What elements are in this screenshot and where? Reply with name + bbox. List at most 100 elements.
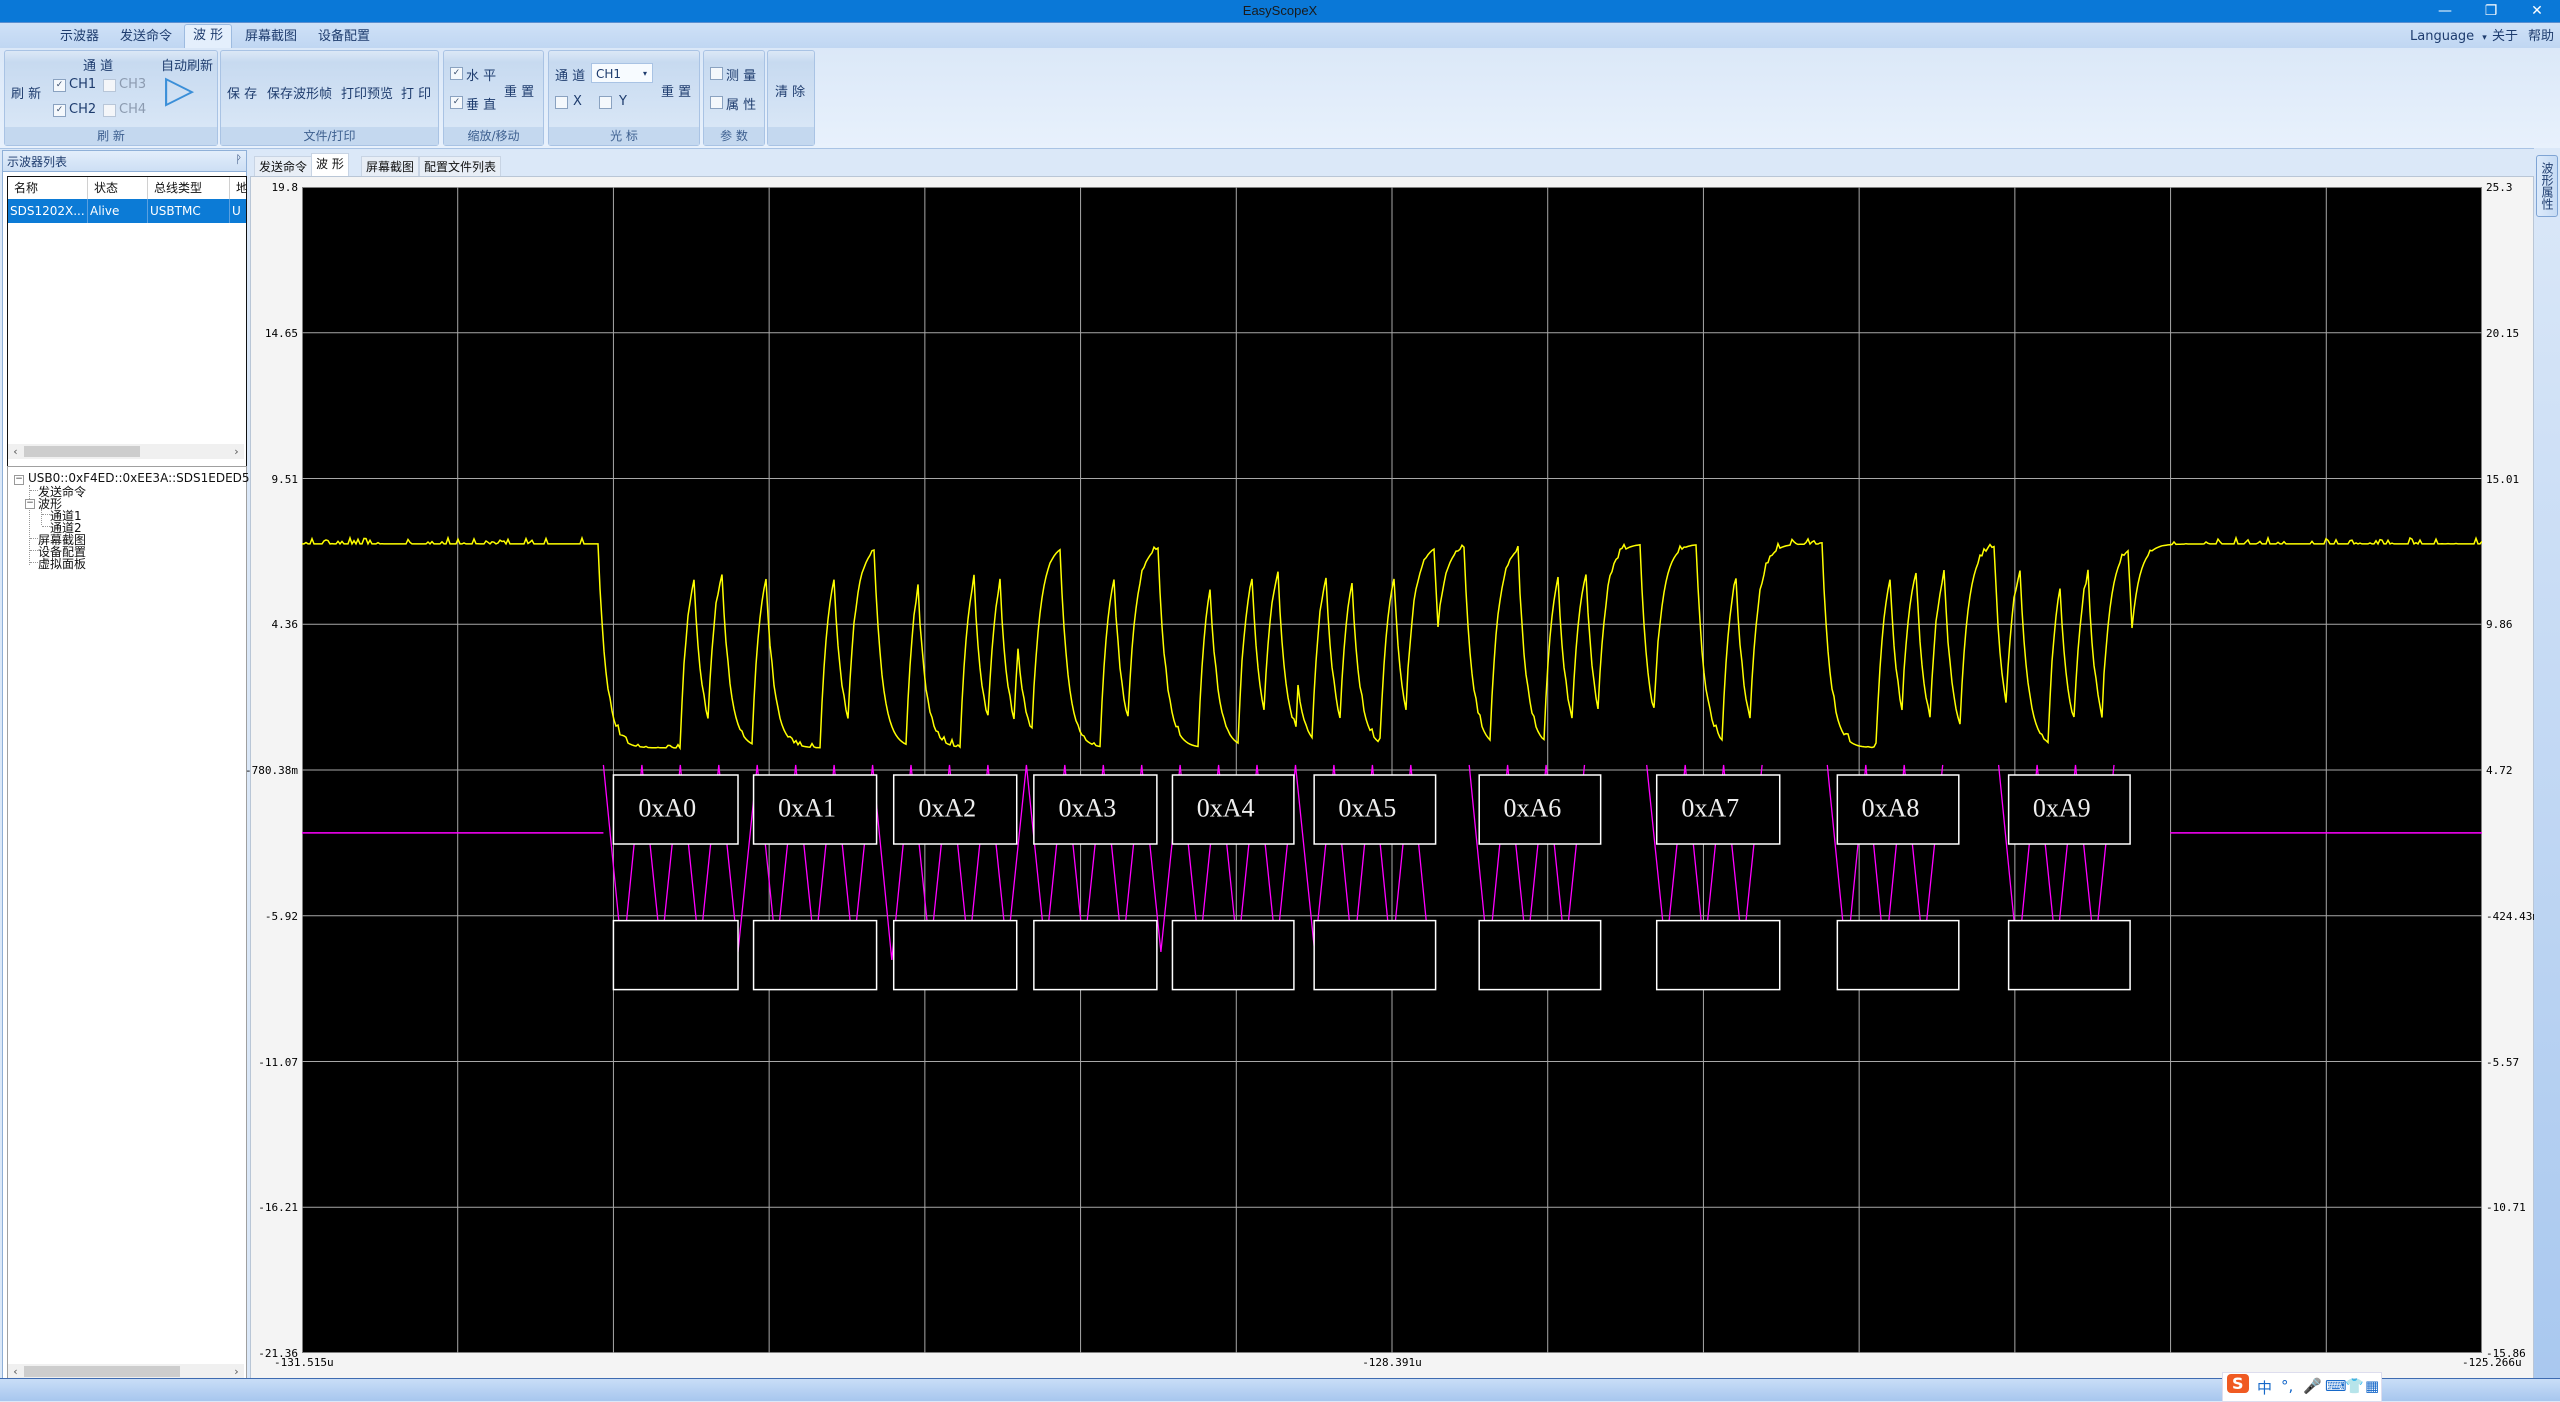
chinese-mode-icon[interactable]: 中 xyxy=(2257,1377,2272,1398)
refresh-button[interactable]: 刷 新 xyxy=(11,83,41,102)
decode-box-lower xyxy=(612,919,739,991)
ch4-checkbox[interactable] xyxy=(103,104,116,117)
skin-icon[interactable]: 👕 xyxy=(2345,1377,2364,1395)
about-menu[interactable]: 关于 xyxy=(2492,26,2518,48)
decode-label: 0xA6 xyxy=(1503,793,1561,822)
measure-label: 测 量 xyxy=(726,69,757,84)
menu-tab-send-command[interactable]: 发送命令 xyxy=(112,26,180,48)
channel-title: 通 道 xyxy=(83,59,114,74)
scrollbar-thumb[interactable] xyxy=(24,1366,180,1377)
cursor-channel-select[interactable]: CH1 ▾ xyxy=(591,63,653,83)
ch1-checkbox[interactable]: ✓ xyxy=(53,79,66,92)
table-row[interactable]: SDS1202X... Alive USBTMC U xyxy=(8,199,246,223)
horizontal-checkbox[interactable]: ✓ xyxy=(450,67,463,80)
cursor-y-label: Y xyxy=(619,94,627,109)
decode-box-lower xyxy=(1313,919,1437,991)
scroll-left-icon[interactable]: ‹ xyxy=(8,444,23,459)
column-header-status[interactable]: 状态 xyxy=(88,177,148,199)
params-group: 测 量 属 性 参 数 xyxy=(703,50,765,146)
zoom-move-group-label: 缩放/移动 xyxy=(444,127,543,145)
print-preview-button[interactable]: 打印预览 xyxy=(341,83,393,102)
y-tick-label-left: 14.65 xyxy=(264,326,298,340)
ch2-checkbox[interactable]: ✓ xyxy=(53,104,66,117)
menu-tab-waveform[interactable]: 波 形 xyxy=(184,24,233,50)
decode-box-lower xyxy=(752,919,878,991)
cursor-y-checkbox[interactable] xyxy=(599,96,612,109)
ribbon: 刷 新 通 道 自动刷新 ✓ CH1 CH3 ✓ CH2 CH4 ▷ 刷 新 保… xyxy=(0,48,2560,149)
save-waveform-frame-button[interactable]: 保存波形帧 xyxy=(267,83,332,102)
punctuation-icon[interactable]: °, xyxy=(2281,1377,2293,1395)
device-tree: − USB0::0xF4ED::0xEE3A::SDS1EDED5R1 发送命令… xyxy=(7,466,266,1383)
vertical-checkbox[interactable]: ✓ xyxy=(450,96,463,109)
doc-tab-screenshot[interactable]: 屏幕截图 xyxy=(361,156,420,177)
collapse-icon[interactable]: − xyxy=(25,499,35,509)
waveform-plot[interactable]: 0xA0 0xA1 0xA2 0xA3 0xA4 0xA5 0xA6 0xA7 0xA8 0xA9 xyxy=(302,187,2482,1353)
menu-tab-device-config[interactable]: 设备配置 xyxy=(310,26,378,48)
menu-tab-oscilloscope[interactable]: 示波器 xyxy=(52,26,107,48)
decode-box-lower xyxy=(1655,919,1781,991)
doc-tab-send-command[interactable]: 发送命令 xyxy=(254,156,313,177)
menu-tab-screenshot[interactable]: 屏幕截图 xyxy=(237,26,305,48)
toolbox-icon[interactable]: ▦ xyxy=(2365,1377,2379,1395)
clear-button[interactable]: 清 除 xyxy=(775,81,805,100)
doc-tab-config-files[interactable]: 配置文件列表 xyxy=(419,156,502,177)
measure-checkbox[interactable] xyxy=(710,67,723,80)
collapse-icon[interactable]: − xyxy=(14,475,24,485)
ch3-checkbox[interactable] xyxy=(103,79,116,92)
cursor-reset-button[interactable]: 重 置 xyxy=(661,81,691,100)
column-header-name[interactable]: 名称 xyxy=(8,177,88,199)
tree-horizontal-scrollbar[interactable]: ‹ › xyxy=(8,1364,244,1379)
file-print-group: 保 存 保存波形帧 打印预览 打 印 文件/打印 xyxy=(220,50,439,146)
panel-title: 示波器列表 xyxy=(7,155,68,169)
chevron-down-icon: ▾ xyxy=(642,69,647,78)
table-horizontal-scrollbar[interactable]: ‹ › xyxy=(8,444,244,459)
cell-bus-type: USBTMC xyxy=(148,199,230,223)
tree-line xyxy=(42,514,50,515)
x-tick-label: -125.266u xyxy=(2462,1356,2522,1369)
column-header-address[interactable]: 地 xyxy=(230,177,246,199)
ch1-label: CH1 xyxy=(69,77,97,92)
refresh-group: 刷 新 通 道 自动刷新 ✓ CH1 CH3 ✓ CH2 CH4 ▷ 刷 新 xyxy=(4,50,218,146)
tree-node-virtual-panel[interactable]: 虚拟面板 xyxy=(38,555,86,572)
property-checkbox[interactable] xyxy=(710,96,723,109)
window-title: EasyScopeX xyxy=(1242,3,1318,18)
y-tick-label-right: -10.71 xyxy=(2486,1201,2526,1215)
menu-bar: 示波器 发送命令 波 形 屏幕截图 设备配置 Language ▾ 关于 帮助 xyxy=(0,22,2560,50)
keyboard-icon[interactable]: ⌨ xyxy=(2325,1377,2347,1395)
cursor-x-checkbox[interactable] xyxy=(555,96,568,109)
scroll-right-icon[interactable]: › xyxy=(229,1364,244,1379)
language-menu[interactable]: Language ▾ xyxy=(2410,26,2487,48)
play-icon[interactable]: ▷ xyxy=(165,69,194,109)
scroll-left-icon[interactable]: ‹ xyxy=(8,1364,23,1379)
right-dock-strip xyxy=(2534,148,2560,1378)
save-button[interactable]: 保 存 xyxy=(227,83,257,102)
waveform-properties-tab[interactable]: 波形属性 xyxy=(2536,155,2558,217)
decode-box-lower xyxy=(1033,919,1158,991)
doc-tab-waveform[interactable]: 波 形 xyxy=(311,153,349,177)
scroll-right-icon[interactable]: › xyxy=(229,444,244,459)
sogou-icon[interactable]: S xyxy=(2227,1374,2249,1393)
y-tick-label-right: -5.57 xyxy=(2486,1055,2520,1069)
print-button[interactable]: 打 印 xyxy=(401,83,431,102)
clear-group: 清 除 xyxy=(767,50,815,146)
close-button[interactable]: ✕ xyxy=(2514,0,2560,22)
tree-line xyxy=(30,538,38,539)
y-tick-label-left: 19.8 xyxy=(271,181,299,194)
vertical-label: 垂 直 xyxy=(466,98,497,113)
oscilloscope-list-panel: 示波器列表 ᚹ 名称 状态 总线类型 地 SDS1202X... Alive U… xyxy=(2,150,266,1383)
x-tick-label: -128.391u xyxy=(1362,1356,1422,1369)
zoom-reset-button[interactable]: 重 置 xyxy=(504,81,534,100)
y-tick-label-left: -11.07 xyxy=(258,1055,298,1069)
y-tick-label-right: 25.3 xyxy=(2486,181,2513,194)
minimize-button[interactable]: — xyxy=(2422,0,2468,22)
tree-line xyxy=(41,509,42,525)
microphone-icon[interactable]: 🎤 xyxy=(2303,1377,2322,1395)
cell-status: Alive xyxy=(88,199,148,223)
cursor-group-label: 光 标 xyxy=(549,127,699,145)
restore-button[interactable]: ❐ xyxy=(2468,0,2514,22)
pin-icon[interactable]: ᚹ xyxy=(235,153,242,166)
column-header-bus-type[interactable]: 总线类型 xyxy=(148,177,230,199)
scrollbar-thumb[interactable] xyxy=(24,446,140,457)
help-menu[interactable]: 帮助 xyxy=(2528,26,2554,48)
tree-line xyxy=(30,490,38,491)
